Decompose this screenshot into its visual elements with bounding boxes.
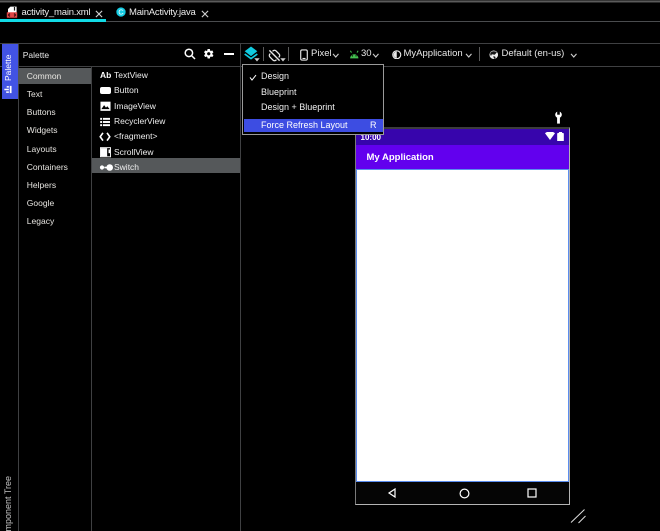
svg-text:C: C	[118, 8, 124, 17]
